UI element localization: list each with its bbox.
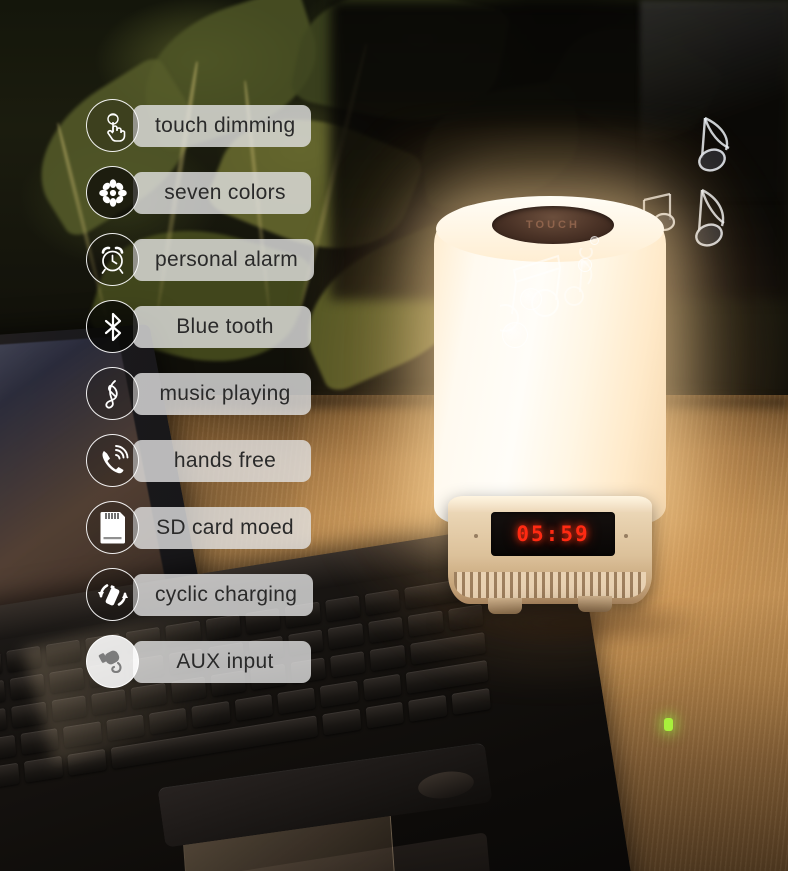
- laptop-power-led: [664, 718, 673, 731]
- touch-panel-label: TOUCH: [526, 219, 580, 231]
- feature-personal-alarm[interactable]: personal alarm: [86, 232, 315, 287]
- feature-seven-colors[interactable]: seven colors: [86, 165, 314, 220]
- lamp-speaker-base: 05:59: [448, 496, 652, 604]
- feature-label: Blue tooth: [133, 305, 311, 348]
- feature-hands-free[interactable]: hands free: [86, 433, 314, 488]
- product-feature-image: TOUCH 05:59 touch dimming seven colors p…: [0, 0, 788, 871]
- feature-label: personal alarm: [133, 238, 315, 281]
- touch-hand-icon: [86, 99, 139, 152]
- feature-cyclic-charging[interactable]: cyclic charging: [86, 567, 314, 622]
- feature-aux-input[interactable]: AUX input: [86, 634, 314, 689]
- battery-recycle-icon: [86, 568, 139, 621]
- feature-label: music playing: [133, 372, 311, 415]
- alarm-clock-icon: [86, 233, 139, 286]
- feature-label: cyclic charging: [133, 573, 314, 616]
- feature-sd-card-mode[interactable]: SD card moed: [86, 500, 314, 555]
- aux-plug-icon: [86, 635, 139, 688]
- feature-label: SD card moed: [133, 506, 311, 549]
- bluetooth-icon: [86, 300, 139, 353]
- feature-label: AUX input: [133, 640, 311, 683]
- base-top-lip: [448, 496, 652, 512]
- treble-clef-icon: [86, 367, 139, 420]
- feature-label: touch dimming: [133, 104, 312, 147]
- touch-lamp-speaker: TOUCH 05:59: [424, 196, 674, 616]
- phone-waves-icon: [86, 434, 139, 487]
- sd-card-icon: [86, 501, 139, 554]
- led-clock-display: 05:59: [491, 512, 615, 556]
- clock-time-text: 05:59: [516, 522, 590, 546]
- feature-music-playing[interactable]: music playing: [86, 366, 314, 421]
- flower-icon: [86, 166, 139, 219]
- speaker-grille: [454, 572, 646, 598]
- lamp-cast-shadow: [430, 600, 710, 646]
- feature-bluetooth[interactable]: Blue tooth: [86, 299, 314, 354]
- feature-label: seven colors: [133, 171, 311, 214]
- feature-touch-dimming[interactable]: touch dimming: [86, 98, 314, 153]
- feature-badge-list: touch dimming seven colors personal alar…: [86, 98, 315, 689]
- feature-label: hands free: [133, 439, 311, 482]
